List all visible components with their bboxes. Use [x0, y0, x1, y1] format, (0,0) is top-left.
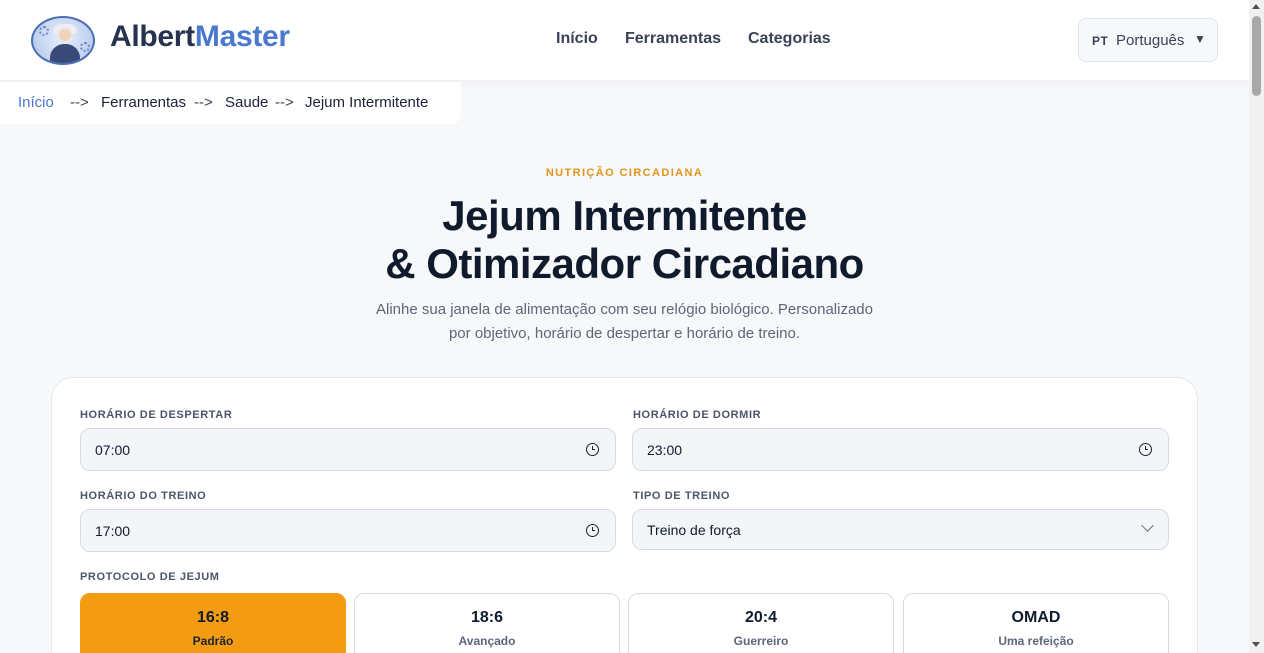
protocol-title: 20:4 [744, 609, 778, 626]
language-code: PT [1092, 34, 1109, 48]
language-name: Português [1116, 32, 1185, 49]
sleep-time-label: HORÁRIO DE DORMIR [633, 409, 762, 421]
nav-link-tools[interactable]: Ferramentas [625, 30, 721, 48]
clock-icon[interactable] [1139, 443, 1152, 456]
clock-icon[interactable] [586, 524, 599, 537]
sleep-time-input[interactable]: 23:00 [632, 428, 1169, 471]
clock-icon[interactable] [586, 443, 599, 456]
training-type-label: TIPO DE TREINO [633, 490, 731, 502]
scroll-up-arrow-icon[interactable] [1252, 4, 1260, 9]
brand-name-part1: Albert [110, 20, 195, 53]
chevron-down-icon [1141, 519, 1154, 532]
protocol-title: 18:6 [470, 609, 504, 626]
protocol-option-18-6[interactable]: 18:6 Avançado [354, 593, 620, 653]
breadcrumb-health[interactable]: Saude [225, 94, 268, 111]
page-title-line1: Jejum Intermitente [442, 192, 807, 239]
breadcrumb-home[interactable]: Início [18, 94, 54, 111]
breadcrumb-separator: --> [275, 94, 294, 111]
nav-link-categories[interactable]: Categorias [748, 30, 831, 48]
training-type-value: Treino de força [647, 522, 741, 538]
protocol-subtitle: Guerreiro [733, 634, 789, 648]
protocol-subtitle: Padrão [192, 634, 234, 648]
scrollbar-thumb[interactable] [1252, 16, 1261, 96]
protocol-title: OMAD [1011, 609, 1061, 626]
page-title-line2: & Otimizador Circadiano [385, 240, 864, 287]
training-time-label: HORÁRIO DO TREINO [80, 490, 207, 502]
breadcrumb-tools[interactable]: Ferramentas [101, 94, 186, 111]
wake-time-input[interactable]: 07:00 [80, 428, 616, 471]
protocol-subtitle: Avançado [458, 634, 516, 648]
breadcrumb: Início --> Ferramentas --> Saude --> Jej… [0, 82, 461, 124]
language-selector[interactable]: PT Português ▼ [1078, 18, 1218, 62]
hero-eyebrow: NUTRIÇÃO CIRCADIANA [545, 167, 704, 179]
caret-down-icon: ▼ [1194, 32, 1206, 46]
scroll-down-arrow-icon[interactable] [1252, 642, 1260, 647]
training-time-value: 17:00 [95, 523, 131, 539]
fasting-protocol-label: PROTOCOLO DE JEJUM [80, 571, 220, 583]
wake-time-label: HORÁRIO DE DESPERTAR [80, 409, 233, 421]
nav-link-home[interactable]: Início [556, 30, 598, 48]
protocol-option-20-4[interactable]: 20:4 Guerreiro [628, 593, 894, 653]
protocol-title: 16:8 [196, 609, 230, 626]
breadcrumb-separator: --> [194, 94, 213, 111]
brand-name-part2: Master [194, 20, 290, 53]
protocol-option-16-8[interactable]: 16:8 Padrão [80, 593, 346, 653]
protocol-option-omad[interactable]: OMAD Uma refeição [903, 593, 1169, 653]
albertmaster-logo-icon[interactable] [31, 16, 95, 65]
breadcrumb-separator: --> [70, 94, 89, 111]
page-scrollbar[interactable] [1249, 0, 1264, 653]
page-subtitle-line1: Alinhe sua janela de alimentação com seu… [376, 301, 873, 318]
page-subtitle-line2: por objetivo, horário de despertar e hor… [448, 325, 801, 342]
sleep-time-value: 23:00 [647, 442, 683, 458]
protocol-subtitle: Uma refeição [998, 634, 1074, 648]
site-header: AlbertMaster Início Ferramentas Categori… [0, 0, 1249, 80]
brand-name[interactable]: AlbertMaster [110, 20, 290, 54]
breadcrumb-current: Jejum Intermitente [305, 94, 429, 111]
wake-time-value: 07:00 [95, 442, 131, 458]
training-time-input[interactable]: 17:00 [80, 509, 616, 552]
training-type-select[interactable]: Treino de força [632, 509, 1169, 550]
